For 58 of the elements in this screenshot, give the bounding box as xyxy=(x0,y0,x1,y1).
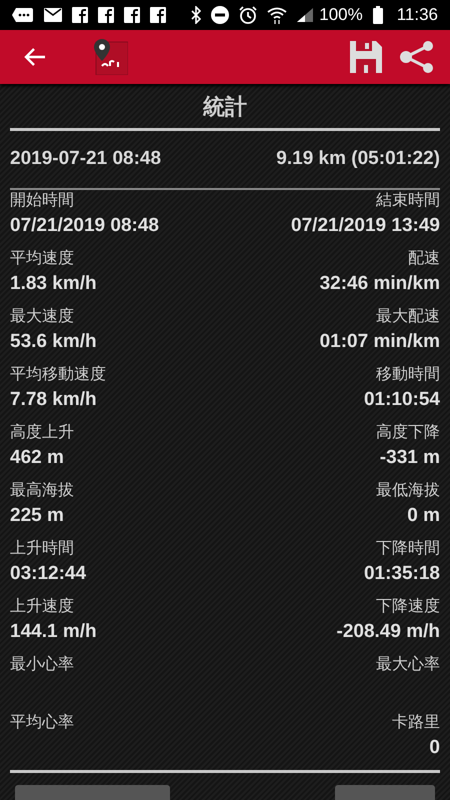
stat-label: 最大配速 xyxy=(376,306,440,327)
stat-value: -331 m xyxy=(380,447,440,469)
alarm-icon xyxy=(239,6,258,24)
battery-icon xyxy=(372,6,383,24)
app-icon xyxy=(124,7,140,23)
battery-percentage: 100% xyxy=(319,5,363,25)
stat-value: 32:46 min/km xyxy=(320,273,440,295)
app-icon xyxy=(150,7,166,23)
stat-label: 下降速度 xyxy=(376,596,440,617)
app-icon xyxy=(72,7,88,23)
section-title: 統計 xyxy=(203,94,247,122)
bluetooth-icon xyxy=(191,6,202,24)
stat-value: 225 m xyxy=(10,505,64,527)
save-icon[interactable] xyxy=(350,41,382,73)
chat-icon xyxy=(12,7,34,23)
stat-value: 144.1 m/h xyxy=(10,621,97,643)
map-pin-logo-icon xyxy=(94,39,128,75)
share-icon[interactable] xyxy=(400,41,434,73)
stat-label: 最大心率 xyxy=(376,654,440,675)
stat-label: 高度上升 xyxy=(10,422,74,443)
stat-label: 上升速度 xyxy=(10,596,74,617)
stat-label: 平均心率 xyxy=(10,712,74,733)
stat-label: 上升時間 xyxy=(10,538,74,559)
do-not-disturb-icon xyxy=(211,6,230,24)
stat-value: 03:12:44 xyxy=(10,563,86,585)
stat-label: 卡路里 xyxy=(392,712,440,733)
stat-value: 07/21/2019 08:48 xyxy=(10,215,159,237)
stat-value: 01:35:18 xyxy=(364,563,440,585)
stat-label: 高度下降 xyxy=(376,422,440,443)
stat-value: 462 m xyxy=(10,447,64,469)
stat-value: 01:10:54 xyxy=(364,389,440,411)
date-text: 2019-07-21 08:48 xyxy=(10,148,162,170)
stat-value: 1.83 km/h xyxy=(10,273,97,295)
signal-icon xyxy=(297,8,314,22)
stat-label: 最高海拔 xyxy=(10,480,74,501)
stat-label: 開始時間 xyxy=(10,190,74,211)
stat-label: 配速 xyxy=(408,248,440,269)
app-icon xyxy=(98,7,114,23)
stat-label: 最大速度 xyxy=(10,306,74,327)
stat-label: 最低海拔 xyxy=(376,480,440,501)
stat-label: 平均移動速度 xyxy=(10,364,106,385)
stat-value: 07/21/2019 13:49 xyxy=(291,215,440,237)
stat-label: 平均速度 xyxy=(10,248,74,269)
stat-value: 0 m xyxy=(407,505,440,527)
mail-icon xyxy=(44,8,62,22)
stat-label: 結束時間 xyxy=(376,190,440,211)
stat-value: 53.6 km/h xyxy=(10,331,97,353)
stat-value: -208.49 m/h xyxy=(336,621,440,643)
stat-label: 下降時間 xyxy=(376,538,440,559)
stat-label: 最小心率 xyxy=(10,654,74,675)
clock: 11:36 xyxy=(396,5,438,25)
stat-label: 移動時間 xyxy=(376,364,440,385)
stat-value: 7.78 km/h xyxy=(10,389,97,411)
back-arrow-icon[interactable] xyxy=(24,48,46,66)
distance-text: 9.19 km (05:01:22) xyxy=(276,148,440,170)
wifi-icon xyxy=(267,6,288,24)
stat-value: 0 xyxy=(429,737,440,759)
stat-value: 01:07 min/km xyxy=(320,331,440,353)
